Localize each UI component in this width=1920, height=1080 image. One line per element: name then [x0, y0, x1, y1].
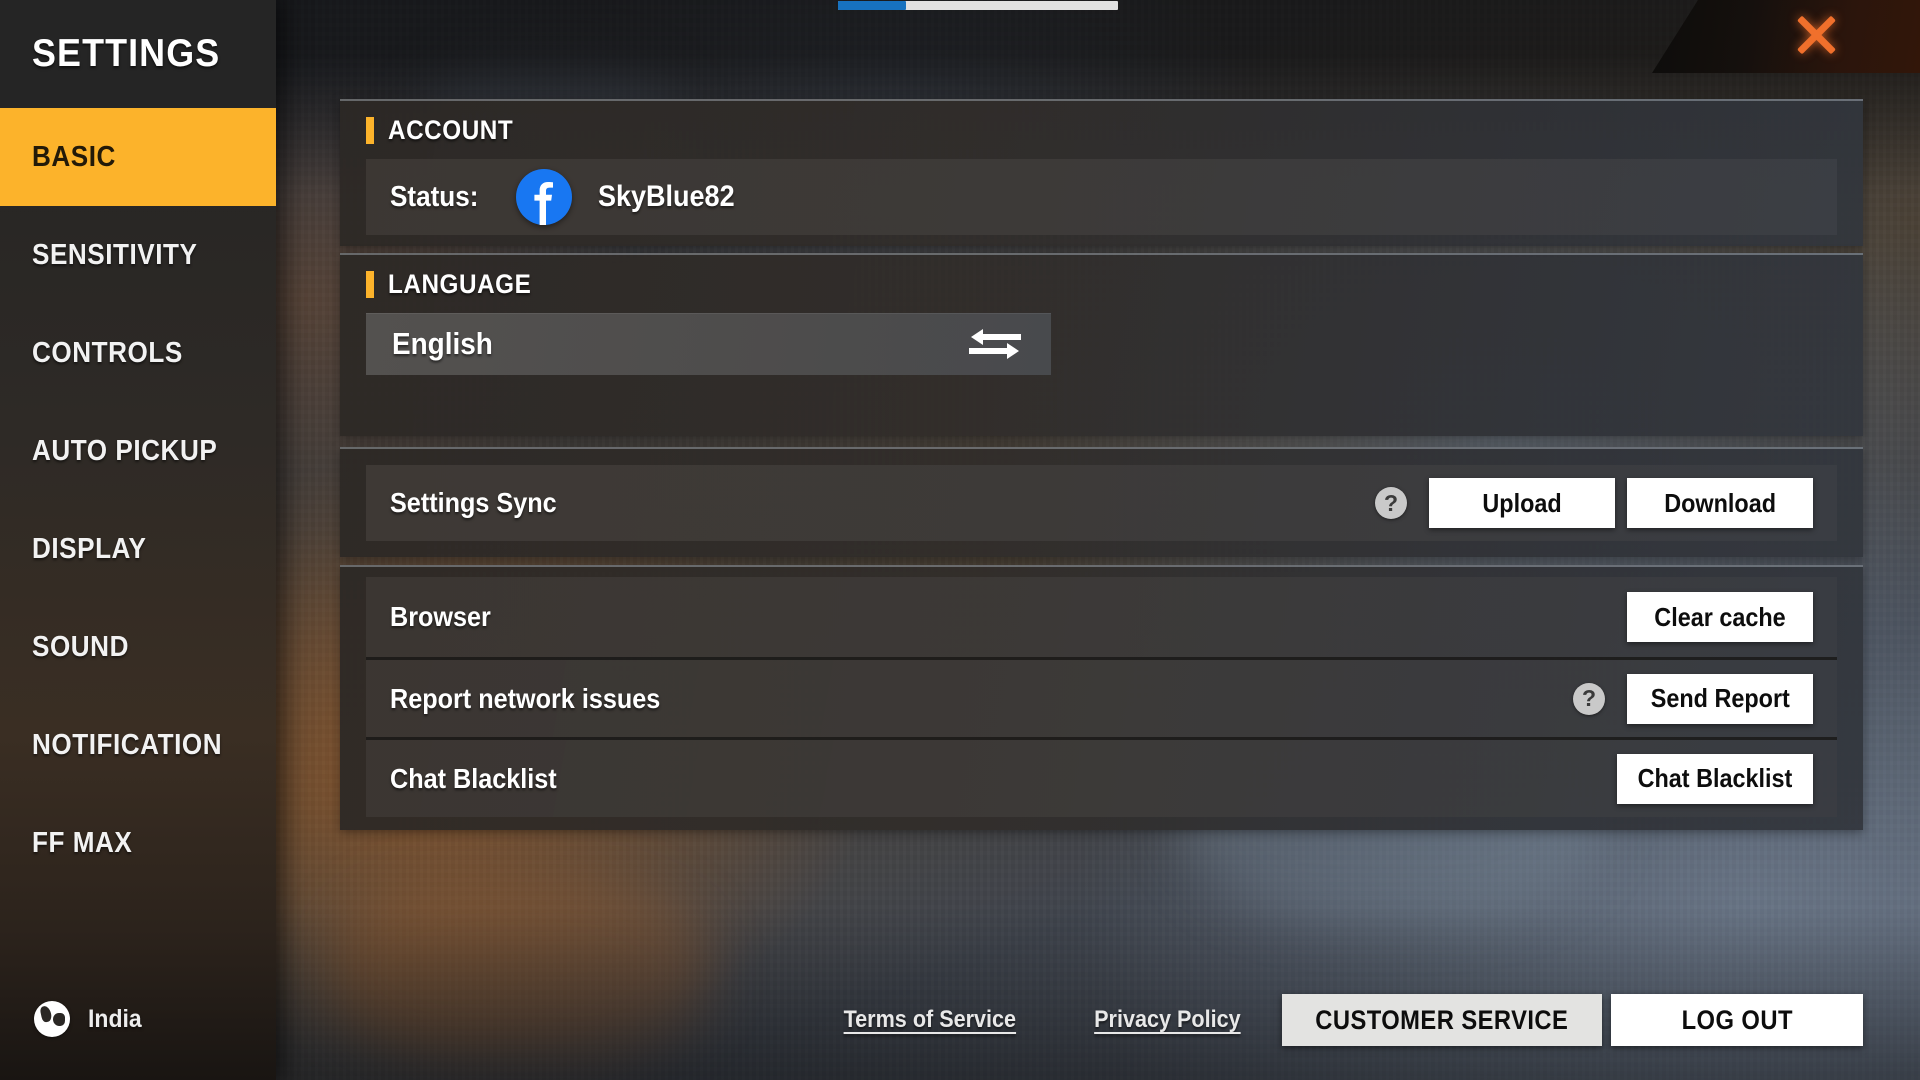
customer-service-button-label: CUSTOMER SERVICE — [1315, 1004, 1569, 1035]
language-selected-value: English — [392, 326, 493, 361]
footer-bar: Terms of Service Privacy Policy CUSTOMER… — [0, 960, 1920, 1080]
download-button[interactable]: Download — [1627, 478, 1813, 528]
clear-cache-button-label: Clear cache — [1654, 601, 1786, 632]
terms-of-service-link[interactable]: Terms of Service — [844, 1006, 1016, 1034]
upload-button[interactable]: Upload — [1429, 478, 1615, 528]
sidebar-item-ff-max[interactable]: FF MAX — [0, 794, 276, 892]
question-mark-icon[interactable]: ? — [1573, 682, 1605, 715]
sidebar-item-label: BASIC — [32, 140, 116, 173]
language-select[interactable]: English — [366, 313, 1051, 375]
chat-blacklist-button[interactable]: Chat Blacklist — [1617, 753, 1813, 804]
settings-sidebar: SETTINGS BASIC SENSITIVITY CONTROLS AUTO… — [0, 0, 276, 1080]
browser-row: Browser Clear cache — [366, 577, 1837, 657]
sidebar-item-notification[interactable]: NOTIFICATION — [0, 696, 276, 794]
sidebar-item-label: CONTROLS — [32, 336, 183, 369]
settings-sync-label: Settings Sync — [390, 487, 557, 518]
account-section-title: ACCOUNT — [388, 114, 514, 145]
facebook-icon — [516, 169, 573, 225]
language-section-title: LANGUAGE — [388, 268, 532, 299]
status-label: Status: — [390, 180, 479, 213]
sidebar-item-sound[interactable]: SOUND — [0, 598, 276, 696]
settings-screen: SETTINGS BASIC SENSITIVITY CONTROLS AUTO… — [0, 0, 1920, 1080]
sidebar-item-label: DISPLAY — [32, 532, 147, 565]
swap-arrows-icon — [969, 328, 1021, 360]
download-button-label: Download — [1664, 487, 1776, 518]
section-accent-bar — [366, 116, 374, 144]
account-status-row: Status: SkyBlue82 — [366, 159, 1837, 235]
account-panel: ACCOUNT Status: SkyBlue82 — [340, 99, 1863, 246]
chat-blacklist-button-label: Chat Blacklist — [1637, 763, 1793, 793]
sidebar-item-auto-pickup[interactable]: AUTO PICKUP — [0, 402, 276, 500]
language-panel: LANGUAGE English — [340, 253, 1863, 436]
settings-content: ACCOUNT Status: SkyBlue82 LANGUAGE Engli… — [340, 0, 1863, 1080]
report-network-issues-label: Report network issues — [390, 682, 661, 714]
sidebar-item-basic[interactable]: BASIC — [0, 108, 276, 206]
sidebar-item-label: SENSITIVITY — [32, 238, 198, 271]
chat-blacklist-label: Chat Blacklist — [390, 762, 557, 794]
account-username: SkyBlue82 — [598, 180, 735, 213]
settings-sync-row: Settings Sync ? Upload Download — [366, 465, 1837, 541]
sidebar-item-controls[interactable]: CONTROLS — [0, 304, 276, 402]
sidebar-item-label: NOTIFICATION — [32, 728, 223, 761]
upload-button-label: Upload — [1482, 487, 1562, 518]
send-report-button-label: Send Report — [1650, 683, 1790, 713]
account-section-header: ACCOUNT — [340, 101, 1863, 159]
sidebar-item-display[interactable]: DISPLAY — [0, 500, 276, 598]
sidebar-item-sensitivity[interactable]: SENSITIVITY — [0, 206, 276, 304]
sidebar-item-label: SOUND — [32, 630, 129, 663]
question-mark-icon[interactable]: ? — [1375, 487, 1407, 519]
misc-settings-panel: Browser Clear cache Report network issue… — [340, 565, 1863, 830]
clear-cache-button[interactable]: Clear cache — [1627, 592, 1813, 642]
report-network-issues-row: Report network issues ? Send Report — [366, 657, 1837, 737]
send-report-button[interactable]: Send Report — [1627, 673, 1813, 724]
browser-label: Browser — [390, 601, 491, 632]
language-section-header: LANGUAGE — [340, 255, 1863, 313]
log-out-button-label: LOG OUT — [1681, 1004, 1793, 1035]
page-title: SETTINGS — [32, 32, 221, 75]
sidebar-item-label: FF MAX — [32, 826, 133, 859]
settings-sync-panel: Settings Sync ? Upload Download — [340, 447, 1863, 557]
sidebar-header: SETTINGS — [0, 0, 276, 108]
section-accent-bar — [366, 270, 374, 298]
log-out-button[interactable]: LOG OUT — [1611, 994, 1863, 1046]
chat-blacklist-row: Chat Blacklist Chat Blacklist — [366, 737, 1837, 817]
sidebar-item-label: AUTO PICKUP — [32, 434, 218, 467]
customer-service-button[interactable]: CUSTOMER SERVICE — [1282, 994, 1602, 1046]
privacy-policy-link[interactable]: Privacy Policy — [1094, 1006, 1241, 1034]
sidebar-nav: BASIC SENSITIVITY CONTROLS AUTO PICKUP D… — [0, 108, 276, 892]
